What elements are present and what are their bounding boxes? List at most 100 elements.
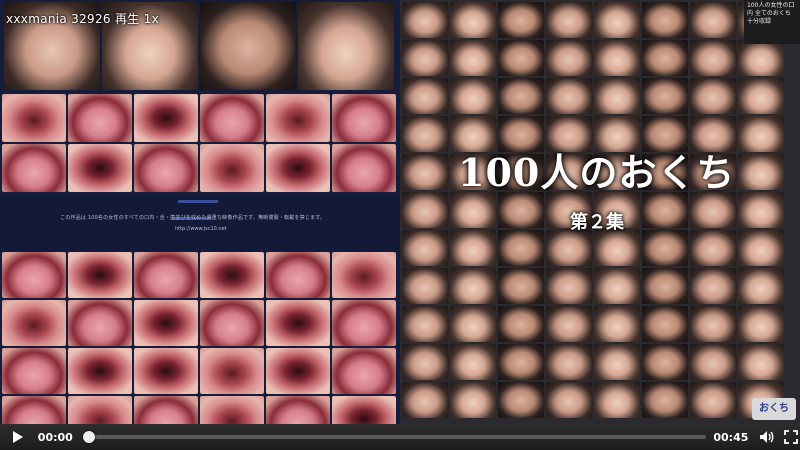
face-thumbnail [642, 2, 688, 38]
face-thumbnail [450, 192, 496, 228]
video-player[interactable]: この作品は 100名の女性のすべての口内・舌・歯並びを収めた貴重な映像作品です。… [0, 0, 800, 450]
control-bar: 00:00 00:45 [0, 424, 800, 450]
face-thumbnail [690, 306, 736, 342]
mouth-thumbnail [266, 252, 330, 298]
mouth-thumbnail [134, 94, 198, 142]
face-thumbnail [402, 40, 448, 76]
face-thumbnail [690, 78, 736, 114]
face-thumbnail [642, 306, 688, 342]
face-thumbnail [690, 268, 736, 304]
mouth-thumbnail [134, 144, 198, 192]
face-thumbnail [642, 78, 688, 114]
play-button[interactable] [8, 427, 28, 447]
face-thumbnail [690, 40, 736, 76]
face-thumbnail [690, 344, 736, 380]
face-thumbnail [642, 382, 688, 418]
face-thumbnail [200, 2, 296, 90]
video-overlay-title: xxxmania 32926 再生 1x [6, 12, 159, 26]
mouth-thumbnail [332, 144, 396, 192]
face-thumbnail [738, 230, 784, 266]
mouth-thumbnail [2, 348, 66, 394]
face-thumbnail [594, 344, 640, 380]
mouth-thumbnail [68, 348, 132, 394]
face-thumbnail [498, 382, 544, 418]
face-thumbnail [546, 78, 592, 114]
face-thumbnail [450, 344, 496, 380]
video-frame[interactable]: この作品は 100名の女性のすべての口内・舌・歯並びを収めた貴重な映像作品です。… [0, 0, 800, 424]
face-thumbnail [498, 78, 544, 114]
mouth-thumbnail [200, 396, 264, 424]
face-thumbnail [642, 230, 688, 266]
mouth-grid-lower [2, 252, 396, 424]
mouth-thumbnail [332, 94, 396, 142]
face-thumbnail [642, 192, 688, 228]
mouth-thumbnail [332, 300, 396, 346]
face-thumbnail [546, 306, 592, 342]
face-thumbnail [498, 40, 544, 76]
face-thumbnail [450, 382, 496, 418]
face-thumbnail [690, 2, 736, 38]
cover-left: この作品は 100名の女性のすべての口内・舌・歯並びを収めた貴重な映像作品です。… [0, 0, 400, 424]
face-thumbnail [402, 154, 448, 190]
cover-corner-text: 100人の女性の口内 全てのおくち 十分収録 [744, 0, 800, 44]
face-thumbnail [690, 230, 736, 266]
face-thumbnail [738, 268, 784, 304]
face-thumbnail [450, 268, 496, 304]
mouth-thumbnail [200, 252, 264, 298]
volume-button[interactable] [758, 428, 776, 446]
face-thumbnail [402, 2, 448, 38]
face-thumbnail [738, 116, 784, 152]
face-thumbnail [690, 192, 736, 228]
face-thumbnail [642, 268, 688, 304]
duration: 00:45 [713, 430, 749, 444]
face-thumbnail [450, 78, 496, 114]
face-thumbnail [450, 306, 496, 342]
cover-band-url: http://www.jsc10.net [175, 226, 227, 232]
play-icon [12, 431, 23, 443]
mouth-thumbnail [68, 94, 132, 142]
face-thumbnail [498, 230, 544, 266]
cover-badge: おくち [752, 398, 796, 420]
face-thumbnail [498, 268, 544, 304]
face-thumbnail [402, 306, 448, 342]
mouth-thumbnail [2, 144, 66, 192]
mouth-thumbnail [266, 144, 330, 192]
cover-band-text: この作品は 100名の女性のすべての口内・舌・歯並びを収めた貴重な映像作品です。… [60, 215, 326, 221]
mouth-thumbnail [266, 300, 330, 346]
mouth-thumbnail [2, 252, 66, 298]
face-thumbnail [738, 154, 784, 190]
face-thumbnail [642, 40, 688, 76]
mouth-thumbnail [332, 348, 396, 394]
face-thumbnail [498, 192, 544, 228]
seek-handle[interactable] [82, 431, 95, 443]
cover-subtitle: 第２集 [570, 212, 624, 233]
face-thumbnail [738, 192, 784, 228]
mouth-thumbnail [332, 252, 396, 298]
mouth-thumbnail [134, 348, 198, 394]
face-thumbnail [498, 2, 544, 38]
mouth-thumbnail [200, 348, 264, 394]
face-thumbnail [738, 40, 784, 76]
face-thumbnail [450, 2, 496, 38]
face-thumbnail [642, 344, 688, 380]
mouth-thumbnail [134, 252, 198, 298]
face-thumbnail [546, 344, 592, 380]
seek-bar[interactable] [82, 431, 707, 443]
speaker-icon [760, 431, 774, 443]
mouth-thumbnail [200, 144, 264, 192]
face-thumbnail [594, 268, 640, 304]
mouth-thumbnail [134, 300, 198, 346]
face-thumbnail [594, 40, 640, 76]
face-thumbnail [594, 230, 640, 266]
face-thumbnail [546, 382, 592, 418]
face-thumbnail [690, 382, 736, 418]
face-thumbnail [594, 78, 640, 114]
fullscreen-button[interactable] [782, 428, 800, 446]
mouth-thumbnail [266, 348, 330, 394]
fullscreen-icon [784, 430, 798, 444]
mouth-thumbnail [332, 396, 396, 424]
mouth-thumbnail [266, 94, 330, 142]
face-thumbnail [402, 382, 448, 418]
face-thumbnail [738, 344, 784, 380]
face-thumbnail [402, 344, 448, 380]
